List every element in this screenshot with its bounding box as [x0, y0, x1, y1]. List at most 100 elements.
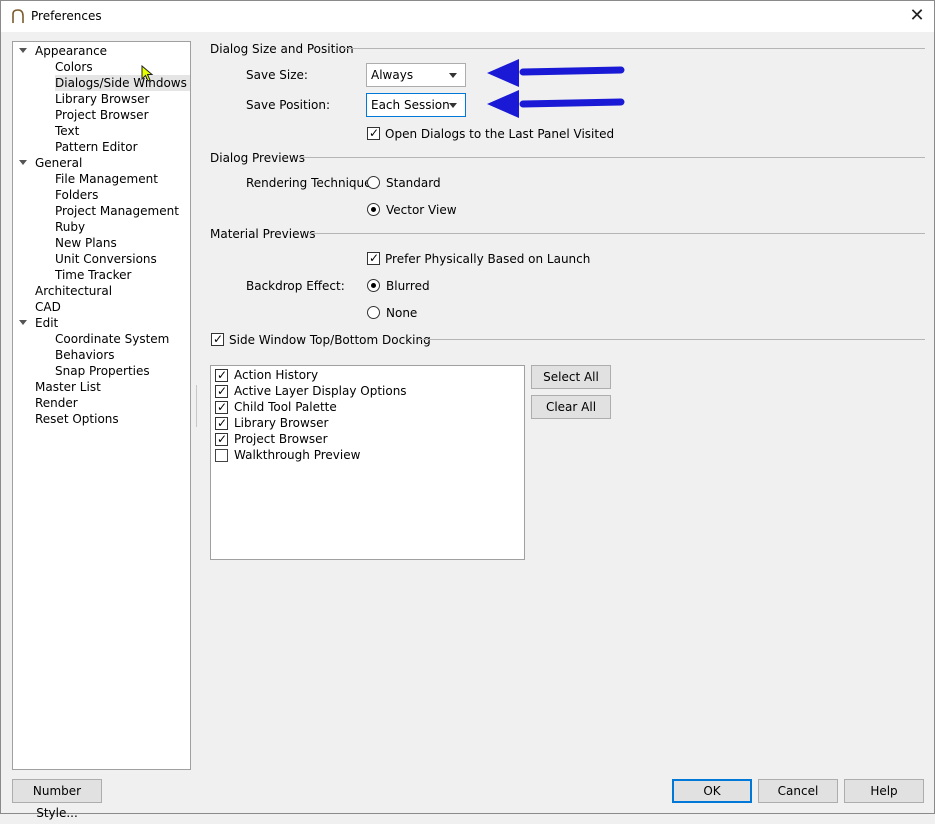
ok-button[interactable]: OK [672, 779, 752, 803]
group-header-dialog-previews: Dialog Previews [210, 151, 305, 165]
divider [419, 339, 925, 340]
tree-item-snap-properties[interactable]: Snap Properties [55, 363, 150, 379]
splitter-handle[interactable] [196, 385, 198, 427]
preferences-dialog: Preferences ✕ Appearance Colors Dialogs/… [0, 0, 935, 820]
save-position-value: Each Session [371, 98, 450, 112]
list-item[interactable]: Walkthrough Preview [211, 447, 524, 463]
list-item-label: Project Browser [234, 432, 328, 446]
open-last-panel-label: Open Dialogs to the Last Panel Visited [385, 127, 615, 141]
tree-item-master-list[interactable]: Master List [35, 379, 101, 395]
tree-item-render[interactable]: Render [35, 395, 78, 411]
tree-item-architectural[interactable]: Architectural [35, 283, 112, 299]
list-item[interactable]: ✓ Project Browser [211, 431, 524, 447]
group-header-dialog-size: Dialog Size and Position [210, 42, 354, 56]
help-button[interactable]: Help [844, 779, 924, 803]
checkmark-icon: ✓ [217, 400, 228, 414]
tree-item-project-management[interactable]: Project Management [55, 203, 179, 219]
select-all-button[interactable]: Select All [531, 365, 611, 389]
annotation-arrow-icon [487, 59, 625, 87]
list-item[interactable]: ✓ Action History [211, 367, 524, 383]
project-browser-checkbox[interactable]: ✓ [215, 432, 228, 446]
backdrop-effect-label: Backdrop Effect: [246, 279, 345, 293]
chevron-down-icon [449, 103, 457, 108]
none-radio[interactable] [367, 306, 380, 319]
save-position-dropdown[interactable]: Each Session [366, 93, 466, 117]
none-label: None [386, 306, 418, 320]
chevron-down-icon [449, 73, 457, 78]
tree-item-edit[interactable]: Edit [35, 315, 58, 331]
list-item[interactable]: ✓ Child Tool Palette [211, 399, 524, 415]
app-logo-icon [12, 9, 24, 23]
divider [309, 233, 925, 234]
tree-item-project-browser[interactable]: Project Browser [55, 107, 149, 123]
close-icon[interactable]: ✕ [900, 1, 934, 32]
title-bar: Preferences ✕ [1, 1, 934, 32]
save-position-label: Save Position: [246, 98, 331, 112]
number-style-button[interactable]: Number Style... [12, 779, 102, 820]
action-history-checkbox[interactable]: ✓ [215, 368, 228, 382]
tree-item-pattern-editor[interactable]: Pattern Editor [55, 139, 138, 155]
tree-item-cad[interactable]: CAD [35, 299, 61, 315]
tree-item-behaviors[interactable]: Behaviors [55, 347, 115, 363]
list-item-label: Active Layer Display Options [234, 384, 407, 398]
tree-item-dialogs-side-windows[interactable]: Dialogs/Side Windows [55, 75, 190, 91]
radio-dot-icon [371, 283, 376, 288]
prefer-pbr-checkbox[interactable]: ✓ [367, 251, 380, 265]
mouse-cursor-icon [141, 65, 154, 82]
tree-item-general[interactable]: General [35, 155, 82, 171]
tree-item-colors[interactable]: Colors [55, 59, 93, 75]
tree-item-ruby[interactable]: Ruby [55, 219, 85, 235]
cancel-button[interactable]: Cancel [758, 779, 838, 803]
docking-window-list[interactable]: ✓ Action History ✓ Active Layer Display … [210, 365, 525, 560]
checkmark-icon: ✓ [369, 126, 380, 140]
side-window-docking-checkbox[interactable]: ✓ [211, 332, 224, 346]
active-layer-display-options-checkbox[interactable]: ✓ [215, 384, 228, 398]
list-item[interactable]: ✓ Library Browser [211, 415, 524, 431]
tree-item-reset-options[interactable]: Reset Options [35, 411, 119, 427]
tree-item-folders[interactable]: Folders [55, 187, 98, 203]
vector-view-radio[interactable] [367, 203, 380, 216]
category-tree[interactable]: Appearance Colors Dialogs/Side Windows L… [12, 41, 191, 770]
checkmark-icon: ✓ [217, 368, 228, 382]
blurred-radio[interactable] [367, 279, 380, 292]
list-item[interactable]: ✓ Active Layer Display Options [211, 383, 524, 399]
side-window-docking-label: Side Window Top/Bottom Docking [229, 333, 431, 347]
tree-item-coordinate-system[interactable]: Coordinate System [55, 331, 169, 347]
expand-arrow-icon[interactable] [19, 160, 27, 165]
tree-item-unit-conversions[interactable]: Unit Conversions [55, 251, 157, 267]
tree-item-file-management[interactable]: File Management [55, 171, 158, 187]
tree-item-text[interactable]: Text [55, 123, 79, 139]
standard-radio[interactable] [367, 176, 380, 189]
tree-item-time-tracker[interactable]: Time Tracker [55, 267, 131, 283]
checkmark-icon: ✓ [217, 384, 228, 398]
divider [343, 48, 925, 49]
expand-arrow-icon[interactable] [19, 48, 27, 53]
list-item-label: Child Tool Palette [234, 400, 337, 414]
group-header-material-previews: Material Previews [210, 227, 316, 241]
library-browser-checkbox[interactable]: ✓ [215, 416, 228, 430]
clear-all-button[interactable]: Clear All [531, 395, 611, 419]
tree-item-appearance[interactable]: Appearance [35, 43, 107, 59]
list-item-label: Library Browser [234, 416, 329, 430]
expand-arrow-icon[interactable] [19, 320, 27, 325]
blurred-label: Blurred [386, 279, 430, 293]
save-size-dropdown[interactable]: Always [366, 63, 466, 87]
tree-item-library-browser[interactable]: Library Browser [55, 91, 149, 107]
vector-view-label: Vector View [386, 203, 457, 217]
window-title: Preferences [31, 9, 102, 23]
list-item-label: Walkthrough Preview [234, 448, 361, 462]
child-tool-palette-checkbox[interactable]: ✓ [215, 400, 228, 414]
list-item-label: Action History [234, 368, 319, 382]
open-last-panel-checkbox[interactable]: ✓ [367, 126, 380, 140]
checkmark-icon: ✓ [217, 416, 228, 430]
checkmark-icon: ✓ [369, 251, 380, 265]
divider [299, 157, 925, 158]
standard-label: Standard [386, 176, 441, 190]
rendering-technique-label: Rendering Technique: [246, 176, 376, 190]
checkmark-icon: ✓ [217, 432, 228, 446]
tree-item-new-plans[interactable]: New Plans [55, 235, 117, 251]
radio-dot-icon [371, 207, 376, 212]
save-size-value: Always [371, 68, 414, 82]
walkthrough-preview-checkbox[interactable] [215, 449, 228, 462]
annotation-arrow-icon [487, 90, 625, 118]
